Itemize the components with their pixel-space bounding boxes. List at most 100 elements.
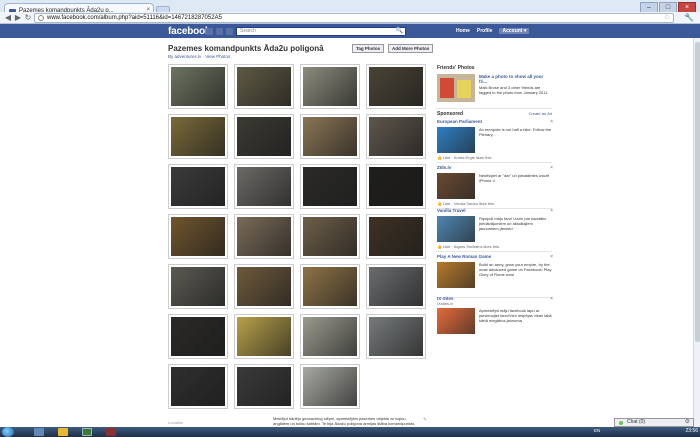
- location-label: Location: [168, 420, 184, 425]
- folder-icon[interactable]: [58, 428, 68, 436]
- page-scrollbar[interactable]: [693, 38, 700, 427]
- photo-thumbnail[interactable]: [366, 164, 426, 209]
- photo-thumbnail[interactable]: [168, 214, 228, 259]
- sponsored-ad[interactable]: Zīds.lv × Nedēļojiet ar "dar" un piedaliet…: [437, 165, 553, 206]
- photo-image: [303, 317, 357, 356]
- tag-photos-button[interactable]: Tag Photos: [352, 44, 385, 53]
- sponsored-ad[interactable]: Vanilla Travel × Ripojoši māju faru! Uzzin…: [437, 208, 553, 249]
- photo-thumbnail[interactable]: [366, 114, 426, 159]
- forward-icon[interactable]: ▶: [13, 13, 23, 23]
- messages-icon[interactable]: [216, 28, 223, 35]
- create-ad-link[interactable]: Create an Ad: [529, 111, 552, 116]
- ad-like[interactable]: 👍 Like · Aigars Smiltains likes this.: [437, 244, 500, 249]
- photo-thumbnail[interactable]: [168, 64, 228, 109]
- photo-thumbnail[interactable]: [234, 314, 294, 359]
- photo-thumbnail[interactable]: [366, 64, 426, 109]
- chat-bar[interactable]: Chat (0) ⚙: [614, 418, 694, 427]
- search-placeholder: Search: [240, 28, 256, 34]
- photo-image: [303, 217, 357, 256]
- photo-thumbnail[interactable]: [168, 264, 228, 309]
- photo-thumbnail[interactable]: [168, 314, 228, 359]
- photo-image: [369, 67, 423, 106]
- photo-thumbnail[interactable]: [168, 164, 228, 209]
- notification-jewels: [206, 28, 233, 35]
- nav-profile[interactable]: Profile: [477, 28, 493, 34]
- photo-thumbnail[interactable]: [366, 314, 426, 359]
- system-clock[interactable]: 23:56: [685, 428, 698, 434]
- photo-image: [237, 267, 291, 306]
- album-byline[interactable]: By adventures.lv · View Photos: [168, 54, 230, 59]
- photo-thumbnail[interactable]: [234, 64, 294, 109]
- photo-image: [171, 67, 225, 106]
- back-icon[interactable]: ◀: [3, 13, 13, 23]
- photo-thumbnail[interactable]: [234, 264, 294, 309]
- photo-thumbnail[interactable]: [168, 364, 228, 409]
- ad-image[interactable]: [437, 262, 475, 288]
- address-bar[interactable]: www.facebook.com/album.php?aid=51116&id=…: [34, 13, 674, 23]
- add-more-photos-button[interactable]: Add More Photos: [388, 44, 434, 53]
- nav-home[interactable]: Home: [456, 28, 470, 34]
- photo-thumbnail[interactable]: [234, 164, 294, 209]
- ad-like[interactable]: 👍 Like · Andra Ergle likes this.: [437, 155, 492, 160]
- ad-image[interactable]: [437, 308, 475, 334]
- ad-close-icon[interactable]: ×: [550, 254, 553, 260]
- ad-title[interactable]: European Parliament: [437, 119, 553, 124]
- like-link: 👍 Like: [437, 201, 452, 206]
- facebook-logo[interactable]: facebook: [168, 26, 211, 37]
- photo-thumbnail[interactable]: [234, 214, 294, 259]
- ad-url: IXsites.lv: [437, 301, 454, 306]
- friends-photo-title[interactable]: Make a photo to show all your fri...: [479, 74, 551, 84]
- photo-thumbnail[interactable]: [300, 264, 360, 309]
- scrollbar-thumb[interactable]: [695, 42, 700, 342]
- sponsored-ad[interactable]: European Parliament × An teenpute is not h…: [437, 119, 553, 160]
- photo-thumbnail[interactable]: [300, 364, 360, 409]
- notifications-icon[interactable]: [226, 28, 233, 35]
- sponsored-ad[interactable]: IX-Sites × Apmeklējot māju facebook lapu a…: [437, 296, 553, 334]
- ad-body: Apmeklējot māju facebook lapu ar pievien…: [479, 308, 552, 323]
- photo-thumbnail[interactable]: [300, 214, 360, 259]
- friends-photo-body: Maik Brose and 3 other friends are tagge…: [479, 85, 549, 95]
- ad-image[interactable]: [437, 216, 475, 242]
- edit-pencil-icon[interactable]: ✎: [423, 417, 427, 423]
- photo-image: [171, 167, 225, 206]
- ad-image[interactable]: [437, 127, 475, 153]
- photo-thumbnail[interactable]: [300, 314, 360, 359]
- photo-thumbnail[interactable]: [300, 114, 360, 159]
- friend-requests-icon[interactable]: [206, 28, 213, 35]
- media-icon[interactable]: [106, 428, 116, 436]
- sponsored-ad[interactable]: Play A New Roman Game × Build an army, gro…: [437, 254, 553, 288]
- ad-close-icon[interactable]: ×: [550, 165, 553, 171]
- start-orb-icon[interactable]: [2, 427, 14, 437]
- search-input[interactable]: Search 🔍: [236, 27, 406, 36]
- photo-thumbnail[interactable]: [300, 64, 360, 109]
- photo-thumbnail[interactable]: [234, 114, 294, 159]
- photo-thumbnail[interactable]: [366, 264, 426, 309]
- photo-image: [171, 217, 225, 256]
- ad-close-icon[interactable]: ×: [550, 208, 553, 214]
- keyboard-language[interactable]: EN: [594, 428, 600, 433]
- reload-icon[interactable]: ↻: [23, 13, 33, 23]
- ad-title[interactable]: Zīds.lv: [437, 165, 553, 170]
- nav-account[interactable]: Account ▾: [499, 28, 530, 34]
- photo-thumbnail[interactable]: [366, 214, 426, 259]
- ad-like[interactable]: 👍 Like · Vanda Sauka likes this.: [437, 201, 495, 206]
- wrench-icon[interactable]: 🔧: [684, 13, 694, 22]
- photo-image: [171, 267, 225, 306]
- friends-photo-thumb[interactable]: [437, 74, 475, 102]
- photo-thumbnail[interactable]: [168, 114, 228, 159]
- ad-image[interactable]: [437, 173, 475, 199]
- ad-close-icon[interactable]: ×: [550, 296, 553, 302]
- ad-title[interactable]: Vanilla Travel: [437, 208, 553, 213]
- ad-body: Ripojoši māju faru! Uzzin par karstāko p…: [479, 216, 547, 231]
- ad-title[interactable]: IX-Sites: [437, 296, 553, 301]
- photo-thumbnail[interactable]: [234, 364, 294, 409]
- explorer-icon[interactable]: [34, 428, 44, 436]
- ad-close-icon[interactable]: ×: [550, 119, 553, 125]
- bookmark-star-icon[interactable]: ☆: [664, 14, 670, 22]
- ad-title[interactable]: Play A New Roman Game: [437, 254, 553, 259]
- photo-thumbnail[interactable]: [300, 164, 360, 209]
- photo-image: [171, 367, 225, 406]
- search-icon[interactable]: 🔍: [396, 28, 403, 35]
- chrome-taskbar-icon[interactable]: [82, 428, 92, 436]
- chat-settings-icon[interactable]: ⚙: [685, 419, 690, 426]
